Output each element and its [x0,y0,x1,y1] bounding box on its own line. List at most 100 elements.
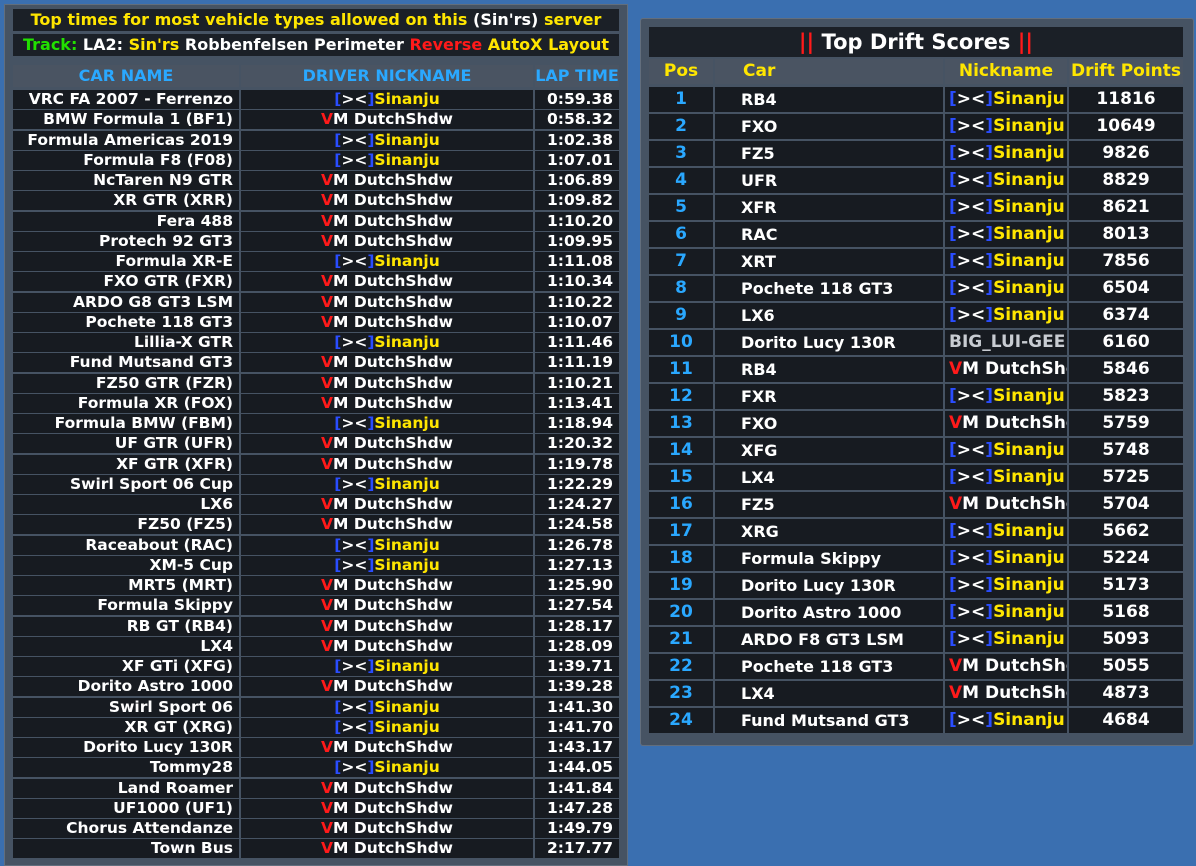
nick-name: M DutchShdw [333,434,453,453]
car-name: Land Roamer [13,778,239,798]
drift-points: 8829 [1069,168,1183,193]
nick-tag: >< [956,386,986,406]
table-row: 13FXOVM DutchShdw5759 [649,411,1183,436]
nick-tag: >< [956,467,986,487]
nick-name: Sinanju [993,548,1065,568]
car-name: LX4 [13,636,239,656]
lap-time: 1:02.38 [535,130,619,150]
nickname: VM DutchShdw [945,411,1067,436]
nick-bracket: ] [985,170,994,190]
car-name: RB GT (RB4) [13,616,239,636]
car-name: Swirl Sport 06 [13,697,239,717]
table-row: 12 FXR [><]Sinanju 5823 [649,384,1183,409]
car-name: Formula F8 (F08) [13,150,239,170]
lap-time: 1:18.94 [535,414,619,433]
nick-name: M DutchShdw [333,292,453,311]
position: 16 [649,492,713,517]
table-row: Dorito Lucy 130R VM DutchShdw 1:43.17 [13,738,619,757]
nick-name: M DutchShdw [333,353,453,372]
drift-points: 5224 [1069,546,1183,571]
drift-points: 5725 [1069,465,1183,490]
car-name: XF GTi (XFG) [13,657,239,676]
car-name: FXO GTR (FXR) [13,272,239,292]
nick-name: M DutchShdw [333,576,453,594]
driver-nickname: [><]Sinanju [241,333,533,352]
nickname: VM DutchShdw [945,654,1067,679]
driver-nickname: [><]Sinanju [241,697,533,717]
drift-points: 5823 [1069,384,1183,409]
position: 7 [649,249,713,274]
car: LX4 [715,681,943,706]
driver-nickname: [><]Sinanju [241,717,533,737]
table-row: RB GT (RB4) VM DutchShdw 1:28.17 [13,616,619,636]
nick-name: Sinanju [993,170,1065,190]
nick-name: M DutchShdw [333,171,453,189]
nick-bracket: [ [949,89,957,109]
drift-points: 8013 [1069,222,1183,247]
nick-name: BIG_LUI-GEE [949,332,1066,352]
position: 15 [649,465,713,490]
car-name: XR GT (XRG) [13,717,239,737]
nick-bracket: [ [949,143,957,163]
car-name: LX6 [13,495,239,514]
lap-time: 1:22.29 [535,474,619,494]
nickname: [><]Sinanju [945,600,1067,625]
driver-nickname: VM DutchShdw [241,495,533,514]
position: 9 [649,303,713,328]
table-row: 3 FZ5 [><]Sinanju 9826 [649,141,1183,166]
nick-bracket: ] [985,224,994,244]
table-row: ARDO G8 GT3 LSM VM DutchShdw 1:10.22 [13,292,619,312]
lap-time: 1:28.09 [535,636,619,656]
nick-name: M DutchShdw [333,272,453,291]
driver-nickname: [><]Sinanju [241,130,533,150]
nickname: [><]Sinanju [945,546,1067,571]
position: 18 [649,546,713,571]
nick-tag: V [321,576,334,594]
position: 22 [649,654,713,679]
table-row: 10 Dorito Lucy 130R BIG_LUI-GEE 6160 [649,330,1183,355]
nickname: [><]Sinanju [945,384,1067,409]
car: RB4 [715,357,943,382]
car-name: XR GTR (XRR) [13,191,239,211]
nickname: [><]Sinanju [945,141,1067,166]
nick-name: M DutchShdw [333,110,453,129]
nick-name: M DutchShdw [962,359,1067,379]
driver-nickname: VM DutchShdw [241,616,533,636]
nickname: [><]Sinanju [945,114,1067,139]
lap-time: 1:27.13 [535,555,619,575]
table-row: 9 LX6 [><]Sinanju 6374 [649,303,1183,328]
table-row: Formula BMW (FBM) [><]Sinanju 1:18.94 [13,414,619,433]
lap-time: 1:24.58 [535,515,619,535]
lap-times-panel: Top times for most vehicle types allowed… [4,4,628,866]
nick-bracket: [ [949,116,957,136]
nick-tag: V [321,738,334,756]
car-name: Fund Mutsand GT3 [13,353,239,373]
nick-tag: >< [956,602,986,622]
lap-time: 1:28.17 [535,616,619,636]
position: 11 [649,357,713,382]
nick-bracket: ] [985,305,994,325]
nick-tag: >< [341,333,368,351]
drift-points: 6374 [1069,303,1183,328]
car-name: VRC FA 2007 - Ferrenzo [13,90,239,109]
car-name: Fera 488 [13,211,239,231]
nick-name: Sinanju [993,386,1065,406]
driver-nickname: VM DutchShdw [241,393,533,413]
car-name: UF GTR (UFR) [13,434,239,454]
car: UFR [715,168,943,193]
table-row: BMW Formula 1 (BF1) VM DutchShdw 0:58.32 [13,110,619,130]
lap-time: 1:06.89 [535,171,619,190]
nick-bracket: ] [985,548,994,568]
lap-time: 0:59.38 [535,90,619,109]
nick-tag: V [321,495,334,513]
nick-bracket: ] [985,89,994,109]
table-row: VRC FA 2007 - Ferrenzo [><]Sinanju 0:59.38 [13,90,619,109]
nick-name: Sinanju [374,252,440,270]
table-row: Pochete 118 GT3 VM DutchShdw 1:10.07 [13,312,619,332]
lap-time: 1:11.19 [535,353,619,373]
car-name: UF1000 (UF1) [13,798,239,818]
lap-time: 1:26.78 [535,535,619,555]
nick-tag: >< [341,535,368,554]
nick-name: Sinanju [993,224,1065,244]
table-row: 21 ARDO F8 GT3 LSM [><]Sinanju 5093 [649,627,1183,652]
